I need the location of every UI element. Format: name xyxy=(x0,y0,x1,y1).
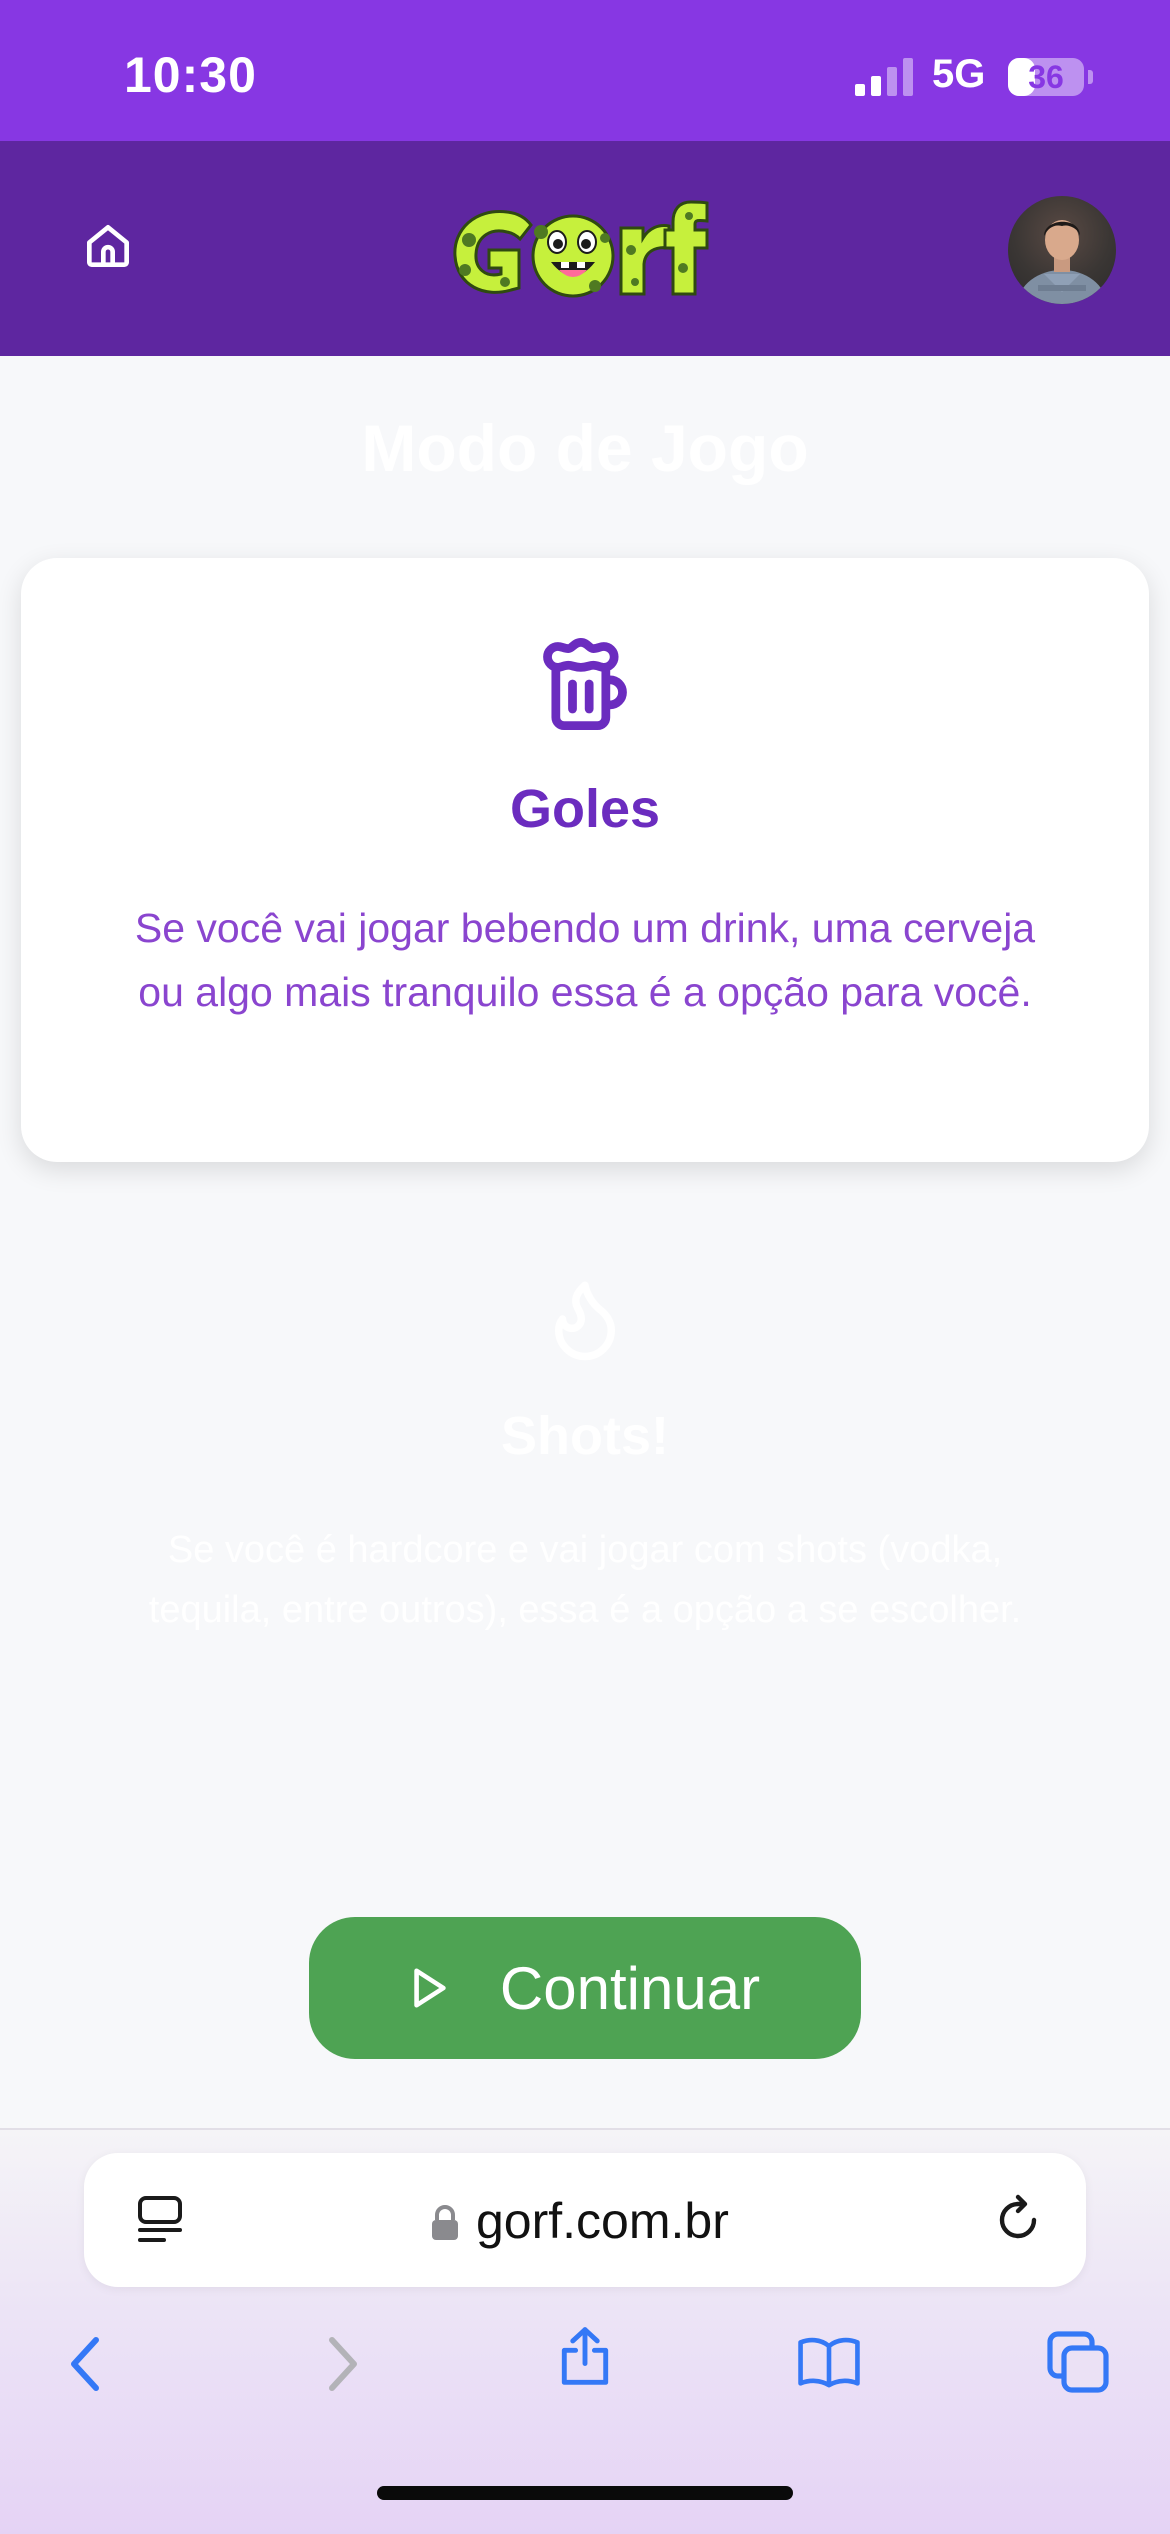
option-title-shots[interactable]: Shots! xyxy=(0,1405,1170,1467)
option-description-goles: Se você vai jogar bebendo um drink, uma … xyxy=(134,905,1036,1015)
url-text[interactable]: gorf.com.br xyxy=(476,2192,729,2250)
avatar-image xyxy=(1018,220,1106,304)
page-title: Modo de Jogo xyxy=(361,411,809,485)
beer-mug-icon xyxy=(543,637,627,731)
flame-icon[interactable] xyxy=(540,1274,630,1364)
cellular-signal-icon xyxy=(855,58,913,96)
continue-button-label: Continuar xyxy=(499,1954,761,2022)
back-icon[interactable] xyxy=(56,2332,120,2396)
lock-icon xyxy=(432,2205,458,2240)
share-icon[interactable] xyxy=(553,2324,617,2388)
forward-icon[interactable] xyxy=(308,2332,372,2396)
home-icon[interactable] xyxy=(80,218,136,274)
home-indicator xyxy=(377,2486,793,2500)
option-title-goles: Goles xyxy=(509,779,661,839)
continue-button[interactable]: Continuar xyxy=(309,1917,861,2059)
network-type: 5G xyxy=(932,52,986,96)
battery-icon: 36 xyxy=(1008,58,1084,96)
status-time: 10:30 xyxy=(124,47,257,103)
tabs-icon[interactable] xyxy=(1046,2330,1110,2394)
battery-percentage: 36 xyxy=(1028,59,1064,95)
option-description-shots: Se você é hardcore e vai jogar com shots… xyxy=(148,1529,1022,1631)
bookmarks-icon[interactable] xyxy=(797,2330,861,2394)
gorf-logo[interactable] xyxy=(445,190,725,310)
battery-cap xyxy=(1088,70,1093,84)
user-avatar[interactable] xyxy=(1008,196,1116,304)
reader-mode-icon[interactable] xyxy=(134,2194,186,2246)
reload-icon[interactable] xyxy=(992,2194,1044,2246)
play-icon xyxy=(414,1968,446,2008)
